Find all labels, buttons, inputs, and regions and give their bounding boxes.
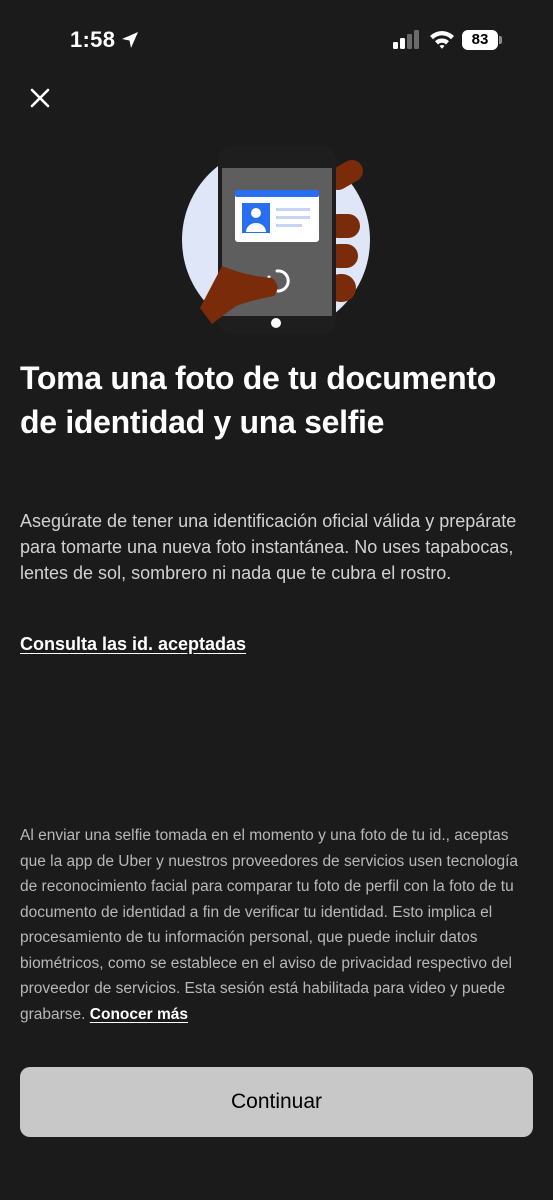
id-card-line <box>276 224 302 227</box>
battery-icon: 83 <box>462 30 498 50</box>
continue-button[interactable]: Continuar <box>20 1067 533 1137</box>
legal-text: Al enviar una selfie tomada en el moment… <box>20 827 519 1023</box>
cellular-signal-icon <box>393 30 419 49</box>
status-time: 1:58 <box>70 27 116 52</box>
close-button[interactable] <box>22 80 58 116</box>
phone-id-card-hand-illustration <box>182 146 370 334</box>
id-card-photo-head <box>251 208 261 218</box>
accepted-ids-link[interactable]: Consulta las id. aceptadas <box>20 634 246 655</box>
status-bar: 1:58 83 <box>0 0 553 80</box>
battery-tip <box>499 36 502 44</box>
page-description: Asegúrate de tener una identificación of… <box>20 511 517 583</box>
id-card-line <box>276 216 310 219</box>
close-icon <box>30 88 50 108</box>
wifi-icon <box>430 31 454 49</box>
legal-notice: Al enviar una selfie tomada en el moment… <box>20 823 535 1027</box>
learn-more-link[interactable]: Conocer más <box>90 1006 188 1023</box>
battery-level: 83 <box>471 31 489 48</box>
page-title: Toma una foto de tu documento de identid… <box>20 360 497 440</box>
location-arrow-icon <box>122 32 138 48</box>
id-card-line <box>276 208 310 211</box>
phone-home-dot <box>271 318 281 328</box>
id-card-header <box>235 190 319 197</box>
